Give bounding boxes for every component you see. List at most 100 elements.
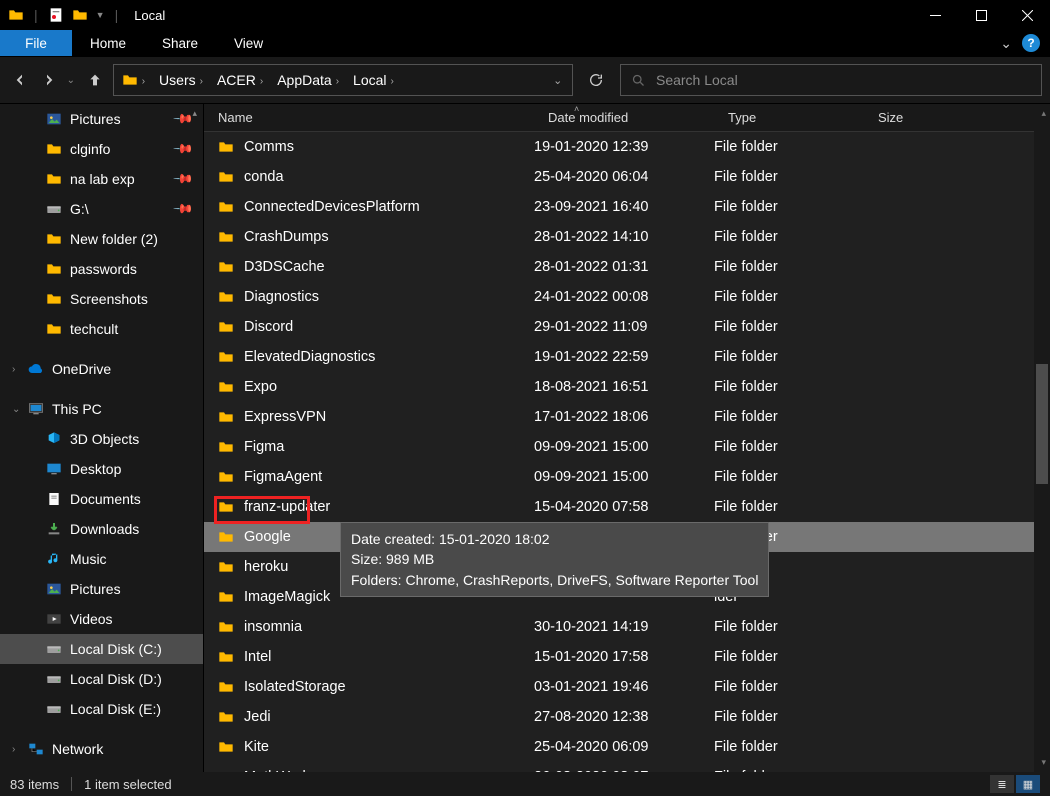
view-details-button[interactable]: ≣	[990, 775, 1014, 793]
table-row[interactable]: franz-updater15-04-2020 07:58File folder	[204, 492, 1050, 522]
chevron-down-icon[interactable]: ⌄	[1000, 35, 1012, 52]
folder-icon	[218, 709, 234, 725]
table-row[interactable]: Intel15-01-2020 17:58File folder	[204, 642, 1050, 672]
table-row[interactable]: insomnia30-10-2021 14:19File folder	[204, 612, 1050, 642]
folder-icon	[218, 199, 234, 215]
title-bar: | ▼ | Local	[0, 0, 1050, 30]
search-input[interactable]: Search Local	[620, 64, 1042, 96]
sidebar-item-techcult[interactable]: techcult	[0, 314, 203, 344]
sidebar-this-pc[interactable]: ⌄ This PC	[0, 394, 203, 424]
table-row[interactable]: Discord29-01-2022 11:09File folder	[204, 312, 1050, 342]
sidebar-item-screenshots[interactable]: Screenshots	[0, 284, 203, 314]
folder-icon	[218, 469, 234, 485]
sidebar-item-downloads[interactable]: Downloads	[0, 514, 203, 544]
recent-locations-button[interactable]: ⌄	[67, 75, 78, 86]
sidebar-item-clginfo[interactable]: clginfo📌	[0, 134, 203, 164]
table-row[interactable]: ConnectedDevicesPlatform23-09-2021 16:40…	[204, 192, 1050, 222]
sidebar-item-desktop[interactable]: Desktop	[0, 454, 203, 484]
search-icon	[631, 73, 646, 88]
help-button[interactable]: ?	[1022, 34, 1040, 52]
table-row[interactable]: CrashDumps28-01-2022 14:10File folder	[204, 222, 1050, 252]
back-button[interactable]	[8, 65, 31, 95]
sidebar-item-na-lab-exp[interactable]: na lab exp📌	[0, 164, 203, 194]
sidebar-item-pictures[interactable]: Pictures	[0, 574, 203, 604]
folder-icon	[218, 139, 234, 155]
table-row[interactable]: MathWorks26-08-2020 08:07File folder	[204, 762, 1050, 772]
chevron-down-icon[interactable]: ▼	[96, 10, 105, 20]
table-row[interactable]: Comms19-01-2020 12:39File folder	[204, 132, 1050, 162]
folder-icon	[218, 739, 234, 755]
scrollbar-thumb[interactable]	[1036, 364, 1048, 484]
table-row[interactable]: Figma09-09-2021 15:00File folder	[204, 432, 1050, 462]
folder-icon	[218, 379, 234, 395]
table-row[interactable]: ElevatedDiagnostics19-01-2022 22:59File …	[204, 342, 1050, 372]
scroll-down-icon[interactable]: ▾	[1041, 757, 1046, 768]
network-icon	[28, 741, 44, 757]
sidebar-item-music[interactable]: Music	[0, 544, 203, 574]
folder-icon	[218, 439, 234, 455]
scroll-up-icon[interactable]: ▴	[1041, 108, 1046, 119]
status-selection: 1 item selected	[84, 777, 171, 792]
folder-icon	[218, 529, 234, 545]
navigation-bar: ⌄ › Users› ACER› AppData› Local› ⌄ Searc…	[0, 56, 1050, 104]
sidebar-item-videos[interactable]: Videos	[0, 604, 203, 634]
table-row[interactable]: IsolatedStorage03-01-2021 19:46File fold…	[204, 672, 1050, 702]
pin-icon: 📌	[172, 198, 195, 221]
close-button[interactable]	[1004, 0, 1050, 30]
sidebar-item-local-disk-c-[interactable]: Local Disk (C:)	[0, 634, 203, 664]
sidebar-item-local-disk-d-[interactable]: Local Disk (D:)	[0, 664, 203, 694]
view-large-icons-button[interactable]: ▦	[1016, 775, 1040, 793]
breadcrumb: AppData›	[269, 72, 345, 88]
folder-icon	[218, 619, 234, 635]
sidebar-network[interactable]: › Network	[0, 734, 203, 764]
table-row[interactable]: D3DSCache28-01-2022 01:31File folder	[204, 252, 1050, 282]
folder-icon	[218, 229, 234, 245]
up-button[interactable]	[83, 65, 106, 95]
navigation-pane: ▴ Pictures📌clginfo📌na lab exp📌G:\📌 New f…	[0, 104, 204, 772]
tab-view[interactable]: View	[216, 30, 281, 56]
table-row[interactable]: Expo18-08-2021 16:51File folder	[204, 372, 1050, 402]
pin-icon: 📌	[172, 138, 195, 161]
window-title: Local	[134, 8, 165, 23]
table-row[interactable]: Diagnostics24-01-2022 00:08File folder	[204, 282, 1050, 312]
sidebar-item-passwords[interactable]: passwords	[0, 254, 203, 284]
chevron-right-icon: ›	[12, 744, 15, 755]
maximize-button[interactable]	[958, 0, 1004, 30]
column-date[interactable]: Date modified	[534, 110, 714, 125]
sidebar-item-g-[interactable]: G:\📌	[0, 194, 203, 224]
refresh-button[interactable]	[585, 72, 608, 88]
folder-icon	[218, 259, 234, 275]
file-tab[interactable]: File	[0, 30, 72, 56]
tab-home[interactable]: Home	[72, 30, 144, 56]
sidebar-item-new-folder-2-[interactable]: New folder (2)	[0, 224, 203, 254]
column-name[interactable]: Name	[204, 110, 534, 125]
folder-icon	[218, 169, 234, 185]
folder-icon	[218, 679, 234, 695]
sidebar-item-documents[interactable]: Documents	[0, 484, 203, 514]
folder-icon	[72, 7, 88, 23]
scrollbar[interactable]: ▴ ▾	[1034, 104, 1050, 772]
table-row[interactable]: FigmaAgent09-09-2021 15:00File folder	[204, 462, 1050, 492]
ribbon-tabs: File Home Share View ⌄ ?	[0, 30, 1050, 56]
sidebar-item-local-disk-e-[interactable]: Local Disk (E:)	[0, 694, 203, 724]
table-row[interactable]: ExpressVPN17-01-2022 18:06File folder	[204, 402, 1050, 432]
computer-icon	[28, 401, 44, 417]
status-item-count: 83 items	[10, 777, 59, 792]
sidebar-onedrive[interactable]: › OneDrive	[0, 354, 203, 384]
address-bar[interactable]: › Users› ACER› AppData› Local› ⌄	[113, 64, 573, 96]
column-type[interactable]: Type	[714, 110, 864, 125]
table-row[interactable]: Kite25-04-2020 06:09File folder	[204, 732, 1050, 762]
sidebar-item-pictures[interactable]: Pictures📌	[0, 104, 203, 134]
table-row[interactable]: Jedi27-08-2020 12:38File folder	[204, 702, 1050, 732]
column-size[interactable]: Size	[864, 110, 984, 125]
table-row[interactable]: conda25-04-2020 06:04File folder	[204, 162, 1050, 192]
search-placeholder: Search Local	[656, 72, 738, 88]
chevron-right-icon: ›	[12, 364, 15, 375]
address-dropdown-button[interactable]: ⌄	[544, 74, 572, 87]
minimize-button[interactable]	[912, 0, 958, 30]
forward-button[interactable]	[37, 65, 60, 95]
sidebar-item-3d-objects[interactable]: 3D Objects	[0, 424, 203, 454]
folder-icon	[8, 7, 24, 23]
tab-share[interactable]: Share	[144, 30, 216, 56]
folder-icon	[122, 72, 138, 88]
